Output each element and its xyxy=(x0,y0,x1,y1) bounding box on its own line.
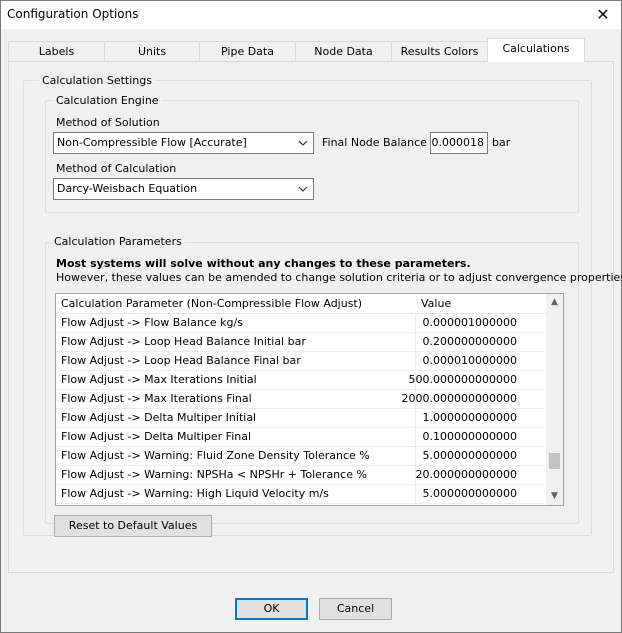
title-bar: Configuration Options ✕ xyxy=(1,1,621,29)
parameter-name: Flow Adjust -> Flow Balance kg/s xyxy=(61,316,243,329)
parameters-table[interactable]: Calculation Parameter (Non-Compressible … xyxy=(55,293,564,506)
tab-labels[interactable]: Labels xyxy=(8,41,105,62)
final-node-balance-input[interactable]: 0.000018 xyxy=(430,132,488,154)
column-header-value: Value xyxy=(421,297,452,310)
parameter-name: Flow Adjust -> Warning: Fluid Zone Densi… xyxy=(61,449,370,462)
table-row[interactable]: Flow Adjust -> Warning: Fluid Zone Densi… xyxy=(56,447,544,466)
method-of-calculation-value: Darcy-Weisbach Equation xyxy=(57,182,198,195)
parameters-note: However, these values can be amended to … xyxy=(56,271,622,284)
parameter-value[interactable]: 0.100000000000 xyxy=(423,430,517,443)
parameters-scrollbar[interactable]: ▲ ▼ xyxy=(546,294,563,505)
ok-button[interactable]: OK xyxy=(235,598,308,620)
parameter-name: Flow Adjust -> Loop Head Balance Initial… xyxy=(61,335,306,348)
parameter-value[interactable]: 5.000000000000 xyxy=(423,449,517,462)
method-of-solution-select[interactable]: Non-Compressible Flow [Accurate] xyxy=(53,132,314,154)
tab-calculations[interactable]: Calculations xyxy=(487,38,585,62)
method-of-solution-value: Non-Compressible Flow [Accurate] xyxy=(57,136,247,149)
method-of-calculation-select[interactable]: Darcy-Weisbach Equation xyxy=(53,178,314,200)
calculation-settings-legend: Calculation Settings xyxy=(39,74,155,87)
column-divider xyxy=(415,428,416,447)
parameter-name: Flow Adjust -> Warning: High Liquid Velo… xyxy=(61,487,329,500)
table-row[interactable]: Flow Adjust -> Max Iterations Initial 500… xyxy=(56,371,544,390)
column-header-parameter: Calculation Parameter (Non-Compressible … xyxy=(61,297,363,310)
column-divider xyxy=(415,485,416,504)
table-row[interactable]: Flow Adjust -> Warning: High Liquid Velo… xyxy=(56,485,544,504)
parameter-value[interactable]: 5.000000000000 xyxy=(423,487,517,500)
chevron-down-icon xyxy=(298,140,308,146)
parameter-value[interactable]: 1.000000000000 xyxy=(423,411,517,424)
table-row[interactable]: Flow Adjust -> Loop Head Balance Final b… xyxy=(56,352,544,371)
tab-node-data[interactable]: Node Data xyxy=(295,41,392,62)
column-divider xyxy=(415,409,416,428)
config-window: Configuration Options ✕ Labels Units Pip… xyxy=(0,0,622,633)
final-node-balance-label: Final Node Balance to xyxy=(322,136,442,149)
method-of-solution-label: Method of Solution xyxy=(56,116,160,129)
close-icon[interactable]: ✕ xyxy=(589,3,617,27)
parameter-name: Flow Adjust -> Warning: NPSHa < NPSHr + … xyxy=(61,468,367,481)
final-node-balance-unit: bar xyxy=(492,136,511,149)
tab-strip: Labels Units Pipe Data Node Data Results… xyxy=(8,38,618,62)
parameters-table-header: Calculation Parameter (Non-Compressible … xyxy=(56,294,563,314)
calculation-parameters-legend: Calculation Parameters xyxy=(51,235,185,248)
table-row[interactable]: Flow Adjust -> Flow Balance kg/s 0.000001… xyxy=(56,314,544,333)
table-row[interactable]: Flow Adjust -> Delta Multiper Final 0.100… xyxy=(56,428,544,447)
parameter-name: Flow Adjust -> Delta Multiper Initial xyxy=(61,411,257,424)
column-divider xyxy=(415,314,416,333)
tab-results-colors[interactable]: Results Colors xyxy=(391,41,488,62)
arrow-up-icon[interactable]: ▲ xyxy=(546,294,563,311)
chevron-down-icon xyxy=(298,186,308,192)
parameters-note-bold: Most systems will solve without any chan… xyxy=(56,257,471,270)
parameter-value[interactable]: 2000.000000000000 xyxy=(402,392,517,405)
arrow-down-icon[interactable]: ▼ xyxy=(546,488,563,505)
parameter-value[interactable]: 500.000000000000 xyxy=(409,373,517,386)
cancel-button[interactable]: Cancel xyxy=(319,598,392,620)
table-row[interactable]: Flow Adjust -> Delta Multiper Initial 1.0… xyxy=(56,409,544,428)
parameter-value[interactable]: 0.000001000000 xyxy=(423,316,517,329)
column-divider xyxy=(415,333,416,352)
parameter-value[interactable]: 0.000010000000 xyxy=(423,354,517,367)
window-title: Configuration Options xyxy=(7,7,139,21)
parameter-name: Flow Adjust -> Max Iterations Initial xyxy=(61,373,257,386)
column-divider xyxy=(415,447,416,466)
parameter-name: Flow Adjust -> Delta Multiper Final xyxy=(61,430,252,443)
method-of-calculation-label: Method of Calculation xyxy=(56,162,177,175)
table-row[interactable]: Flow Adjust -> Max Iterations Final 2000.… xyxy=(56,390,544,409)
scrollbar-thumb[interactable] xyxy=(549,452,560,469)
parameter-value[interactable]: 0.200000000000 xyxy=(423,335,517,348)
table-row[interactable]: Flow Adjust -> Warning: NPSHa < NPSHr + … xyxy=(56,466,544,485)
column-divider xyxy=(415,352,416,371)
tab-pipe-data[interactable]: Pipe Data xyxy=(199,41,296,62)
calculations-panel: Calculation Settings Calculation Engine … xyxy=(8,61,622,573)
reset-defaults-button[interactable]: Reset to Default Values xyxy=(54,515,212,537)
parameter-value[interactable]: 20.000000000000 xyxy=(416,468,517,481)
table-row[interactable]: Flow Adjust -> Loop Head Balance Initial… xyxy=(56,333,544,352)
parameter-name: Flow Adjust -> Loop Head Balance Final b… xyxy=(61,354,301,367)
tab-units[interactable]: Units xyxy=(104,41,200,62)
parameter-name: Flow Adjust -> Max Iterations Final xyxy=(61,392,252,405)
calculation-engine-legend: Calculation Engine xyxy=(53,94,162,107)
